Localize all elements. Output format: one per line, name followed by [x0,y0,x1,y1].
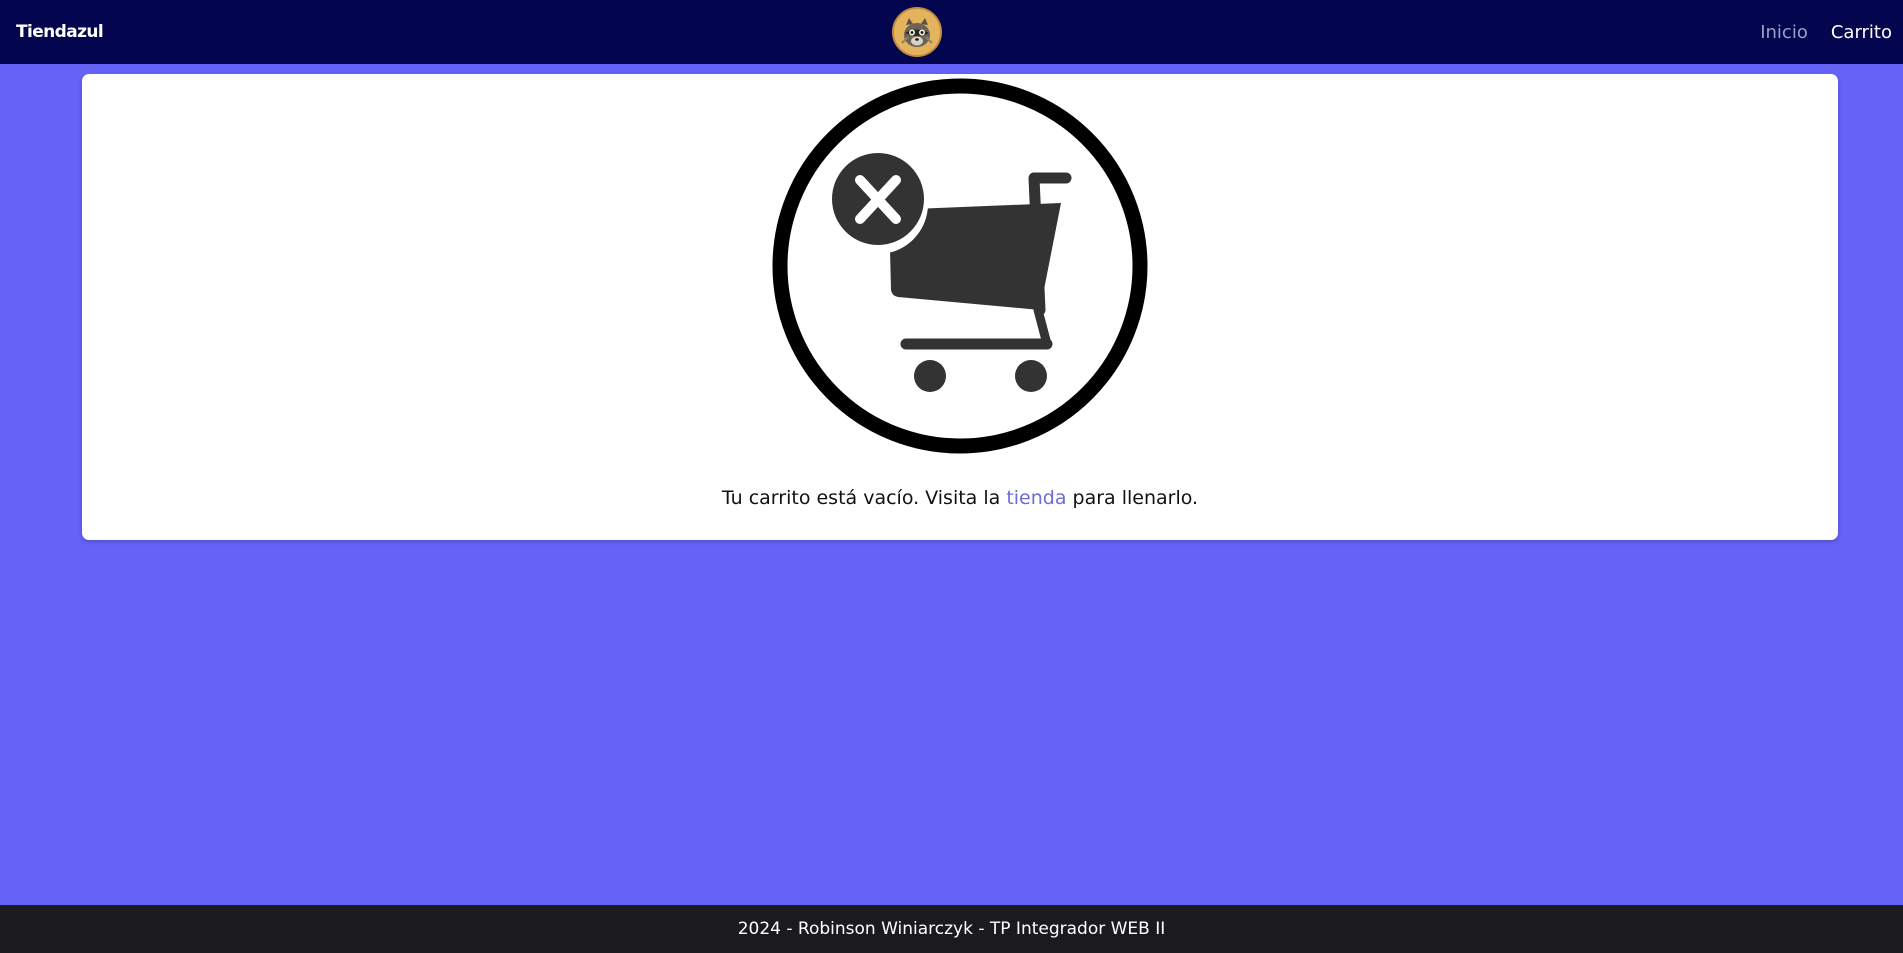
raccoon-avatar-icon [892,7,942,57]
nav-link-inicio[interactable]: Inicio [1760,22,1808,43]
footer: 2024 - Robinson Winiarczyk - TP Integrad… [0,905,1903,953]
navbar: Tiendazul Inicio Carrito [0,0,1903,64]
brand-link[interactable]: Tiendazul [16,22,104,42]
message-text-after: para llenarlo. [1066,487,1199,509]
message-text-before: Tu carrito está vacío. Visita la [721,487,1007,509]
empty-cart-message: Tu carrito está vacío. Visita la tienda … [82,487,1838,509]
empty-cart-card: Tu carrito está vacío. Visita la tienda … [82,74,1838,540]
empty-cart-icon [772,78,1148,454]
store-link[interactable]: tienda [1006,487,1066,509]
nav-link-carrito[interactable]: Carrito [1831,22,1892,43]
footer-text: 2024 - Robinson Winiarczyk - TP Integrad… [737,919,1166,939]
nav-links: Inicio Carrito [1760,22,1892,43]
